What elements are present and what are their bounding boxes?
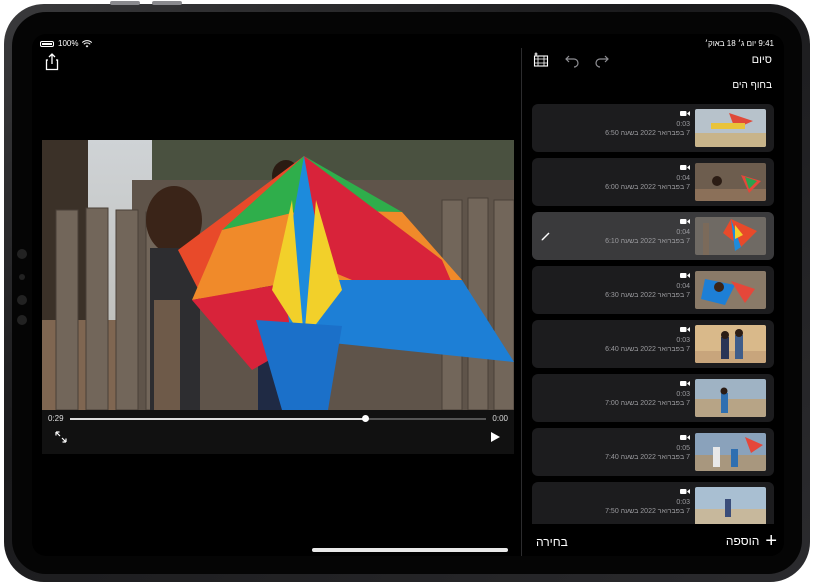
clip-date: 7 בפברואר 2022 בשעה 7:00	[605, 400, 690, 407]
clip-list: 0:03 7 בפברואר 2022 בשעה 6:50 0:04 7 בפב…	[532, 104, 774, 524]
video-preview[interactable]	[42, 140, 514, 410]
clip-row-5[interactable]: 0:03 7 בפברואר 2022 בשעה 6:40	[532, 320, 774, 368]
sensor-dot	[19, 274, 25, 280]
scrubber-fill	[70, 418, 366, 420]
sensor-dot	[17, 315, 27, 325]
scrubber-knob[interactable]	[362, 415, 370, 422]
share-icon[interactable]	[42, 52, 62, 72]
screen: 100% 9:41 יום ג׳ 18 באוק׳ 0:29 0:00 סיום…	[32, 34, 784, 556]
clip-duration: 0:04	[676, 229, 690, 236]
expand-icon[interactable]	[54, 430, 68, 444]
video-camera-icon	[680, 165, 690, 170]
video-camera-icon	[680, 273, 690, 278]
clip-duration: 0:04	[676, 283, 690, 290]
clip-thumbnail	[695, 109, 766, 147]
clip-info: 0:03 7 בפברואר 2022 בשעה 7:00	[605, 380, 690, 408]
clip-duration: 0:05	[676, 445, 690, 452]
ipad-frame: 100% 9:41 יום ג׳ 18 באוק׳ 0:29 0:00 סיום…	[4, 1, 810, 582]
home-indicator[interactable]	[312, 548, 508, 552]
clip-row-4[interactable]: 0:04 7 בפברואר 2022 בשעה 6:30	[532, 266, 774, 314]
remaining-time: 0:00	[492, 414, 508, 423]
clip-thumbnail	[695, 379, 766, 417]
clip-date: 7 בפברואר 2022 בשעה 6:40	[605, 346, 690, 353]
add-button[interactable]: הוספה +	[725, 530, 777, 552]
clip-date: 7 בפברואר 2022 בשעה 7:50	[605, 508, 690, 515]
clip-row-6[interactable]: 0:03 7 בפברואר 2022 בשעה 7:00	[532, 374, 774, 422]
clip-info: 0:03 7 בפברואר 2022 בשעה 7:50	[605, 488, 690, 516]
clip-info: 0:04 7 בפברואר 2022 בשעה 6:00	[605, 164, 690, 192]
wifi-icon	[82, 39, 93, 47]
video-camera-icon	[680, 111, 690, 116]
clip-row-7[interactable]: 0:05 7 בפברואר 2022 בשעה 7:40	[532, 428, 774, 476]
clip-row-1[interactable]: 0:03 7 בפברואר 2022 בשעה 6:50	[532, 104, 774, 152]
clip-thumbnail	[695, 163, 766, 201]
clip-duration: 0:03	[676, 391, 690, 398]
elapsed-time: 0:29	[48, 414, 64, 423]
clip-date: 7 בפברואר 2022 בשעה 6:00	[605, 184, 690, 191]
redo-icon[interactable]	[594, 52, 610, 68]
clip-duration: 0:03	[676, 499, 690, 506]
video-camera-icon	[680, 219, 690, 224]
playback-controls: 0:29 0:00	[42, 410, 514, 454]
undo-icon[interactable]	[564, 52, 580, 68]
clip-thumbnail	[695, 487, 766, 524]
clip-row-8[interactable]: 0:03 7 בפברואר 2022 בשעה 7:50	[532, 482, 774, 524]
clip-browser-panel: סיום בחוף הים 0:03 7 בפברואר 2022 בשעה 6…	[521, 48, 784, 556]
clip-info: 0:04 7 בפברואר 2022 בשעה 6:30	[605, 272, 690, 300]
album-title: בחוף הים	[732, 80, 772, 91]
clip-thumbnail	[695, 271, 766, 309]
video-camera-icon	[680, 489, 690, 494]
volume-button	[152, 1, 182, 5]
clip-info: 0:03 7 בפברואר 2022 בשעה 6:50	[605, 110, 690, 138]
clip-duration: 0:03	[676, 121, 690, 128]
clip-thumbnail	[695, 433, 766, 471]
film-add-icon[interactable]	[532, 52, 550, 68]
clip-thumbnail	[695, 217, 766, 255]
done-button[interactable]: סיום	[752, 54, 772, 66]
scrubber[interactable]	[70, 415, 486, 422]
clip-duration: 0:04	[676, 175, 690, 182]
clip-row-3[interactable]: 0:04 7 בפברואר 2022 בשעה 6:10	[532, 212, 774, 260]
clip-date: 7 בפברואר 2022 בשעה 6:10	[605, 238, 690, 245]
clip-thumbnail	[695, 325, 766, 363]
clip-info: 0:03 7 בפברואר 2022 בשעה 6:40	[605, 326, 690, 354]
status-datetime: 9:41 יום ג׳ 18 באוק׳	[704, 39, 774, 48]
select-button[interactable]: בחירה	[536, 535, 568, 549]
clip-duration: 0:03	[676, 337, 690, 344]
clip-info: 0:05 7 בפברואר 2022 בשעה 7:40	[605, 434, 690, 462]
plus-icon: +	[765, 530, 777, 552]
clip-date: 7 בפברואר 2022 בשעה 7:40	[605, 454, 690, 461]
add-label: הוספה	[725, 534, 760, 548]
video-camera-icon	[680, 435, 690, 440]
panel-toolbar	[532, 52, 610, 68]
video-frame-image	[42, 140, 514, 410]
camera-dot	[17, 249, 27, 259]
battery-percent: 100%	[58, 39, 79, 48]
battery-icon	[40, 40, 54, 47]
play-icon[interactable]	[490, 432, 500, 442]
clip-row-2[interactable]: 0:04 7 בפברואר 2022 בשעה 6:00	[532, 158, 774, 206]
clip-date: 7 בפברואר 2022 בשעה 6:50	[605, 130, 690, 137]
sensor-dot	[17, 295, 27, 305]
video-camera-icon	[680, 381, 690, 386]
pencil-icon[interactable]	[540, 230, 552, 242]
status-left: 100%	[40, 39, 93, 48]
panel-bottom-bar: בחירה הוספה +	[522, 528, 784, 556]
clip-info: 0:04 7 בפברואר 2022 בשעה 6:10	[605, 218, 690, 246]
volume-button	[110, 1, 140, 5]
video-camera-icon	[680, 327, 690, 332]
clip-date: 7 בפברואר 2022 בשעה 6:30	[605, 292, 690, 299]
